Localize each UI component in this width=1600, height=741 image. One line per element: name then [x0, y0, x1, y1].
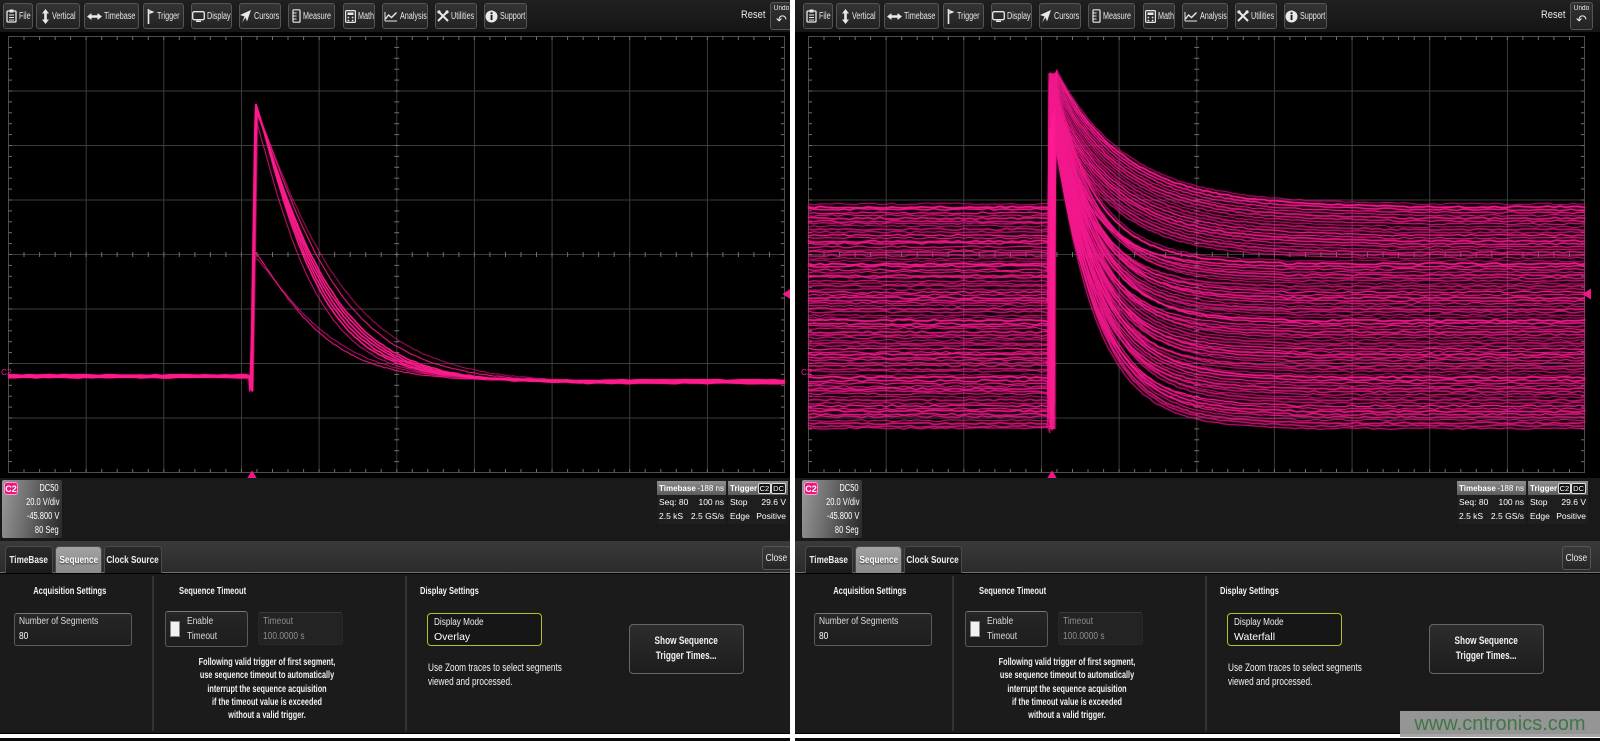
svg-text:C2: C2	[801, 367, 812, 377]
svg-text:C2: C2	[1, 367, 12, 377]
